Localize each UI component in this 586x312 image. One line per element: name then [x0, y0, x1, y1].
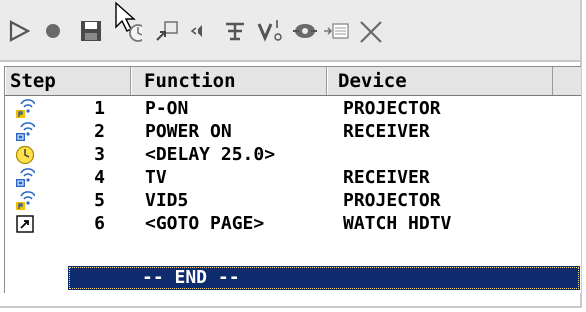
- record-icon: [46, 24, 60, 38]
- step-number: 3: [94, 144, 105, 165]
- table-row[interactable]: 5 VID5 PROJECTOR: [5, 189, 581, 212]
- table-row[interactable]: 2 POWER ON RECEIVER: [5, 120, 581, 143]
- variable-icon: [257, 20, 282, 42]
- table-row[interactable]: 6 <GOTO PAGE> WATCH HDTV: [5, 212, 581, 235]
- speaker-icon: [190, 25, 202, 37]
- table-row[interactable]: 3 <DELAY 25.0>: [5, 143, 581, 166]
- delay-clock-icon: [115, 1, 142, 42]
- record-button[interactable]: [38, 14, 68, 48]
- table-row[interactable]: 1 P-ON PROJECTOR: [5, 97, 581, 120]
- step-number: 5: [94, 190, 105, 211]
- toolbar-divider: [0, 60, 580, 62]
- table-header: Step Function Device: [5, 67, 581, 96]
- end-row-selected[interactable]: -- END --: [68, 266, 580, 290]
- step-device: RECEIVER: [343, 121, 430, 142]
- insert-button[interactable]: [322, 14, 352, 48]
- save-button[interactable]: [76, 14, 106, 48]
- step-number: 1: [94, 98, 105, 119]
- insert-icon: [324, 23, 349, 39]
- delay-button[interactable]: [112, 0, 142, 48]
- column-header-device[interactable]: Device: [327, 67, 553, 95]
- ir-signal-receiver-icon: [16, 122, 35, 141]
- end-label: -- END --: [142, 267, 240, 288]
- macro-button[interactable]: [290, 14, 320, 48]
- step-function: TV: [145, 167, 167, 188]
- variable-button[interactable]: [256, 14, 286, 48]
- column-header-function[interactable]: Function: [131, 67, 327, 95]
- step-number: 6: [94, 213, 105, 234]
- step-number: 2: [94, 121, 105, 142]
- text-icon: [226, 22, 244, 41]
- step-function: POWER ON: [145, 121, 232, 142]
- step-function: P-ON: [145, 98, 189, 119]
- text-button[interactable]: [220, 14, 250, 48]
- macro-editor-window: Step Function Device 1 P-ON PROJECTOR 2 …: [0, 0, 582, 308]
- step-function: <GOTO PAGE>: [145, 213, 265, 234]
- delete-button[interactable]: [356, 14, 386, 48]
- goto-page-button[interactable]: [152, 14, 182, 48]
- step-number: 4: [94, 167, 105, 188]
- play-button[interactable]: [4, 14, 34, 48]
- goto-arrow-icon: [16, 215, 34, 233]
- toolbar: [0, 0, 580, 62]
- volume-button[interactable]: [186, 14, 216, 48]
- step-function: VID5: [145, 190, 189, 211]
- table-row[interactable]: 4 TV RECEIVER: [5, 166, 581, 189]
- step-device: PROJECTOR: [343, 98, 441, 119]
- step-function: <DELAY 25.0>: [145, 144, 276, 165]
- macro-icon: [293, 24, 317, 38]
- ir-signal-projector-icon: [16, 191, 35, 210]
- ir-signal-receiver-icon: [16, 168, 35, 187]
- macro-steps-table: Step Function Device 1 P-ON PROJECTOR 2 …: [4, 66, 581, 293]
- save-icon: [81, 21, 101, 41]
- ir-signal-projector-icon: [16, 99, 35, 118]
- column-header-step[interactable]: Step: [5, 67, 131, 95]
- play-icon: [9, 20, 31, 42]
- step-device: RECEIVER: [343, 167, 430, 188]
- step-device: WATCH HDTV: [343, 213, 452, 234]
- step-device: PROJECTOR: [343, 190, 441, 211]
- delete-x-icon: [360, 21, 382, 43]
- goto-page-icon: [156, 21, 178, 41]
- clock-icon: [15, 145, 35, 165]
